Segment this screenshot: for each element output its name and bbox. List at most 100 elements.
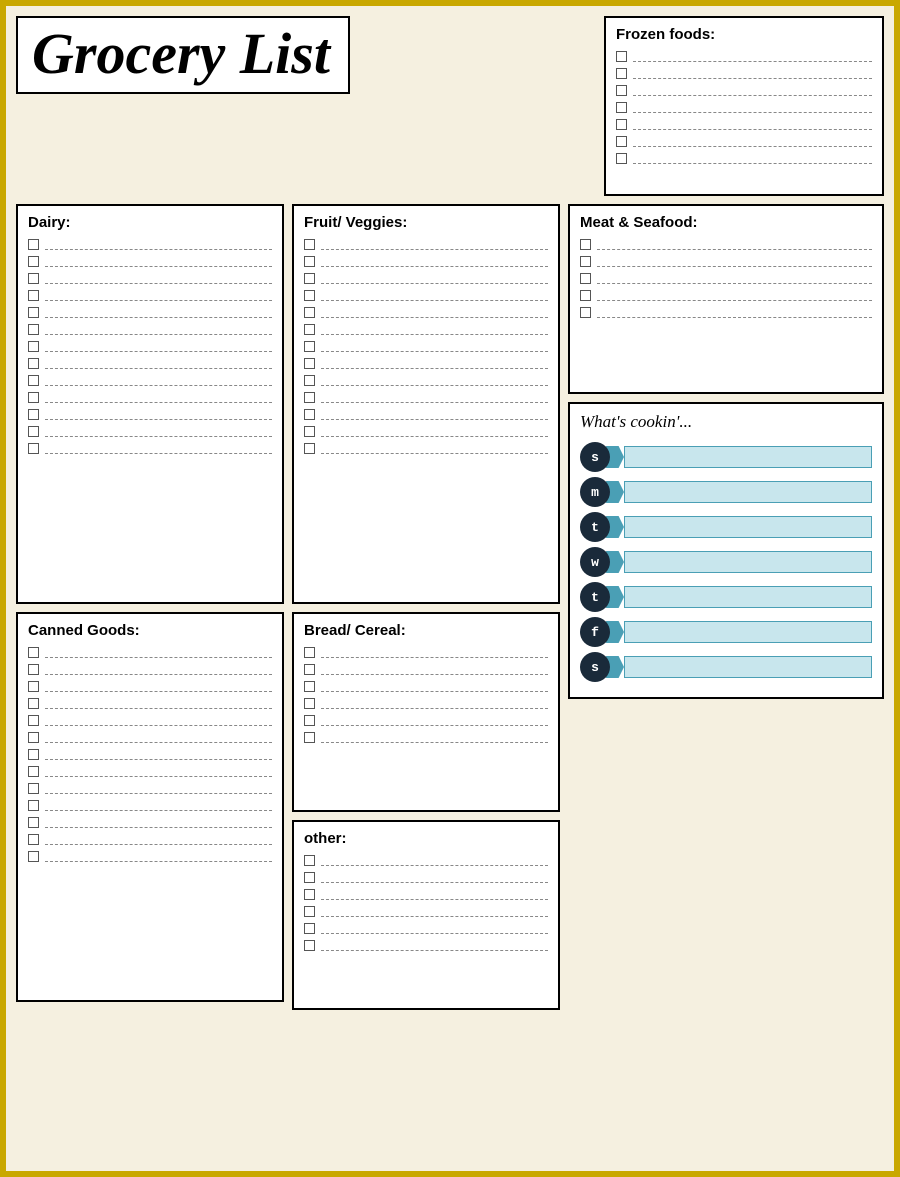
checkbox[interactable] (304, 273, 315, 284)
checkbox[interactable] (28, 273, 39, 284)
checkbox[interactable] (28, 749, 39, 760)
checkbox[interactable] (28, 851, 39, 862)
checkbox[interactable] (28, 664, 39, 675)
list-item[interactable] (28, 647, 272, 658)
checkbox[interactable] (304, 889, 315, 900)
checkbox[interactable] (304, 443, 315, 454)
list-item[interactable] (28, 256, 272, 267)
checkbox[interactable] (616, 102, 627, 113)
list-item[interactable] (580, 239, 872, 250)
checkbox[interactable] (304, 664, 315, 675)
checkbox[interactable] (304, 324, 315, 335)
list-item[interactable] (616, 136, 872, 147)
list-item[interactable] (28, 392, 272, 403)
checkbox[interactable] (28, 256, 39, 267)
checkbox[interactable] (304, 872, 315, 883)
list-item[interactable] (304, 664, 548, 675)
list-item[interactable] (580, 273, 872, 284)
list-item[interactable] (304, 375, 548, 386)
checkbox[interactable] (28, 766, 39, 777)
checkbox[interactable] (28, 392, 39, 403)
checkbox[interactable] (304, 307, 315, 318)
checkbox[interactable] (580, 290, 591, 301)
checkbox[interactable] (580, 256, 591, 267)
checkbox[interactable] (304, 940, 315, 951)
list-item[interactable] (28, 800, 272, 811)
day-row[interactable]: t (580, 582, 872, 612)
list-item[interactable] (304, 940, 548, 951)
list-item[interactable] (28, 783, 272, 794)
list-item[interactable] (28, 341, 272, 352)
list-item[interactable] (28, 409, 272, 420)
day-row[interactable]: f (580, 617, 872, 647)
day-row[interactable]: w (580, 547, 872, 577)
list-item[interactable] (28, 834, 272, 845)
list-item[interactable] (28, 681, 272, 692)
checkbox[interactable] (28, 783, 39, 794)
list-item[interactable] (304, 307, 548, 318)
checkbox[interactable] (28, 409, 39, 420)
day-input[interactable] (624, 586, 872, 608)
day-input[interactable] (624, 481, 872, 503)
list-item[interactable] (28, 715, 272, 726)
checkbox[interactable] (28, 681, 39, 692)
checkbox[interactable] (28, 443, 39, 454)
list-item[interactable] (580, 307, 872, 318)
checkbox[interactable] (616, 153, 627, 164)
list-item[interactable] (304, 681, 548, 692)
day-input[interactable] (624, 516, 872, 538)
checkbox[interactable] (28, 324, 39, 335)
list-item[interactable] (28, 766, 272, 777)
day-input[interactable] (624, 446, 872, 468)
day-row[interactable]: s (580, 652, 872, 682)
list-item[interactable] (580, 256, 872, 267)
checkbox[interactable] (304, 239, 315, 250)
checkbox[interactable] (304, 732, 315, 743)
list-item[interactable] (28, 749, 272, 760)
checkbox[interactable] (616, 119, 627, 130)
checkbox[interactable] (304, 698, 315, 709)
checkbox[interactable] (28, 290, 39, 301)
list-item[interactable] (28, 324, 272, 335)
checkbox[interactable] (28, 698, 39, 709)
checkbox[interactable] (616, 68, 627, 79)
list-item[interactable] (304, 855, 548, 866)
checkbox[interactable] (304, 290, 315, 301)
list-item[interactable] (304, 906, 548, 917)
list-item[interactable] (304, 273, 548, 284)
list-item[interactable] (580, 290, 872, 301)
checkbox[interactable] (304, 341, 315, 352)
checkbox[interactable] (580, 273, 591, 284)
checkbox[interactable] (304, 358, 315, 369)
list-item[interactable] (28, 817, 272, 828)
checkbox[interactable] (28, 341, 39, 352)
checkbox[interactable] (304, 906, 315, 917)
list-item[interactable] (304, 290, 548, 301)
list-item[interactable] (304, 341, 548, 352)
day-row[interactable]: m (580, 477, 872, 507)
checkbox[interactable] (580, 307, 591, 318)
checkbox[interactable] (28, 732, 39, 743)
checkbox[interactable] (28, 358, 39, 369)
checkbox[interactable] (28, 307, 39, 318)
list-item[interactable] (304, 889, 548, 900)
day-input[interactable] (624, 656, 872, 678)
list-item[interactable] (28, 375, 272, 386)
checkbox[interactable] (304, 647, 315, 658)
list-item[interactable] (28, 290, 272, 301)
list-item[interactable] (304, 358, 548, 369)
checkbox[interactable] (28, 834, 39, 845)
list-item[interactable] (304, 698, 548, 709)
list-item[interactable] (304, 872, 548, 883)
checkbox[interactable] (580, 239, 591, 250)
list-item[interactable] (304, 256, 548, 267)
checkbox[interactable] (304, 715, 315, 726)
list-item[interactable] (616, 153, 872, 164)
list-item[interactable] (304, 409, 548, 420)
list-item[interactable] (304, 392, 548, 403)
checkbox[interactable] (616, 136, 627, 147)
checkbox[interactable] (304, 256, 315, 267)
list-item[interactable] (304, 923, 548, 934)
list-item[interactable] (304, 324, 548, 335)
checkbox[interactable] (28, 426, 39, 437)
